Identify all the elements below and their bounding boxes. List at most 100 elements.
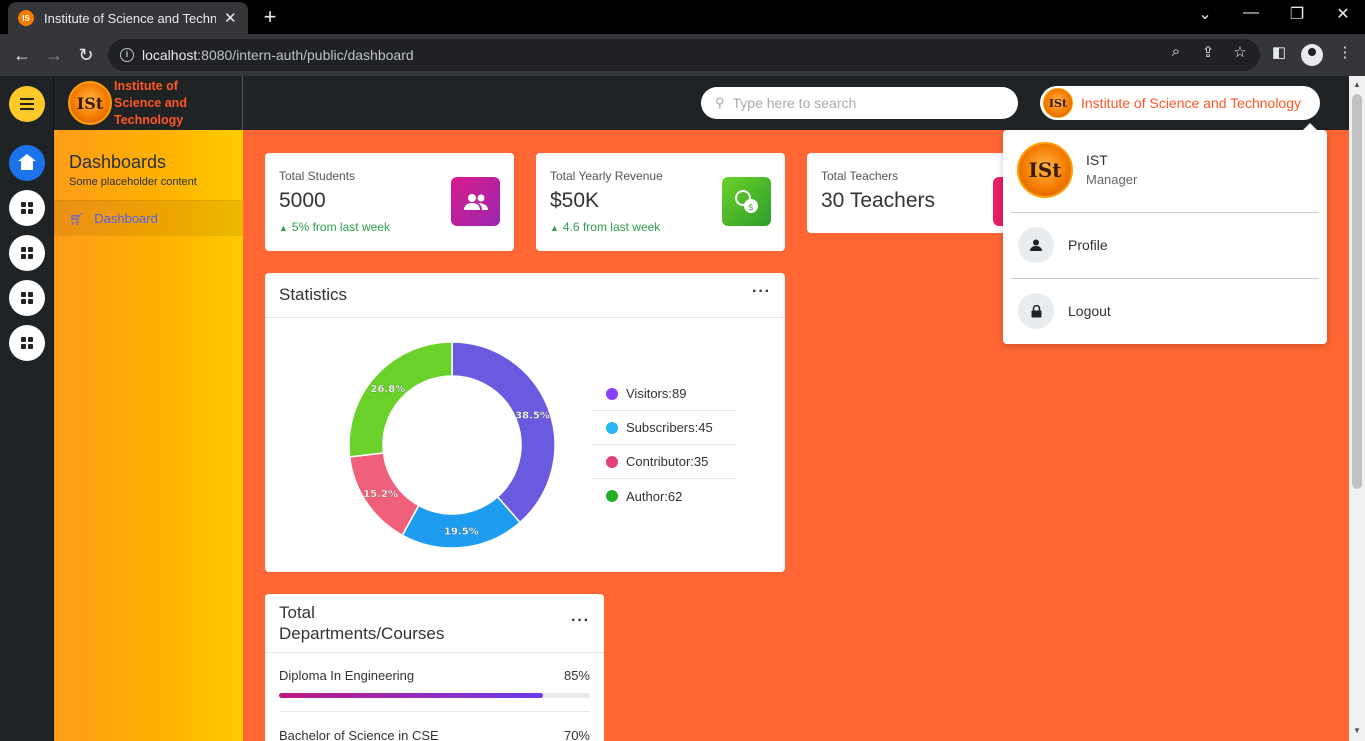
chart-legend: Visitors:89 Subscribers:45 Contributor:3… — [592, 377, 735, 513]
page-viewport: ISt Institute of Science and Technology … — [0, 76, 1349, 741]
close-window-icon[interactable]: ✕ — [1323, 4, 1363, 24]
rail-app-button-4[interactable] — [9, 325, 45, 361]
legend-marker — [606, 490, 618, 502]
profile-menu-item[interactable]: Profile — [1018, 227, 1312, 263]
legend-marker — [606, 455, 618, 468]
brand-name: Institute of Science and Technology — [114, 78, 187, 127]
browser-tab[interactable]: IS Institute of Science and Technology ✕ — [8, 2, 248, 34]
menu-item-label: Logout — [1068, 303, 1111, 319]
address-bar[interactable]: i localhost:8080/intern-auth/public/dash… — [108, 39, 1260, 71]
row-divider — [279, 711, 590, 712]
donut-slice-visitors[interactable] — [451, 341, 556, 524]
course-progress — [279, 693, 590, 698]
rail-app-button-3[interactable] — [9, 280, 45, 316]
bookmark-star-icon[interactable]: ☆ — [1230, 43, 1250, 61]
stat-label: Total Students — [279, 169, 356, 183]
tab-search-chevron-icon[interactable]: ⌄ — [1185, 4, 1225, 24]
donut-slice-label: 26.8% — [370, 384, 405, 395]
sidebar-title: Dashboards — [69, 152, 167, 172]
legend-marker — [606, 421, 618, 434]
users-icon — [451, 177, 500, 226]
legend-item[interactable]: Subscribers:45 — [592, 411, 735, 445]
statistics-panel: Statistics ··· 38.5% 19.5% 15.2% 26.8% Visi… — [265, 273, 785, 572]
sidebar: Dashboards Some placeholder content 🛒︎ D… — [54, 130, 243, 741]
page-scrollbar[interactable]: ▲ ▼ — [1349, 76, 1365, 741]
departments-panel: Total Departments/Courses ··· Diploma In… — [265, 594, 604, 741]
user-name: Institute of Science and Technology — [1081, 95, 1302, 111]
share-icon[interactable]: ⇪ — [1198, 43, 1218, 61]
browser-tab-strip: IS Institute of Science and Technology ✕… — [0, 0, 1365, 34]
scroll-up-icon[interactable]: ▲ — [1353, 80, 1361, 89]
logout-menu-item[interactable]: Logout — [1018, 293, 1312, 329]
course-percent: 85% — [563, 668, 590, 683]
tab-title: Institute of Science and Technology — [44, 10, 216, 26]
legend-item[interactable]: Contributor:35 — [592, 445, 735, 479]
browser-menu-icon[interactable]: ⋮ — [1335, 43, 1355, 61]
legend-item[interactable]: Visitors:89 — [592, 377, 735, 411]
stat-trend: ▲ 5% from last week — [279, 220, 390, 234]
legend-marker — [606, 387, 618, 400]
stat-value: 30 Teachers — [821, 189, 936, 212]
grid-icon — [21, 202, 33, 214]
sidebar-item-dashboard[interactable]: 🛒︎ Dashboard — [54, 200, 243, 236]
money-icon: $ — [722, 177, 771, 226]
more-options-icon[interactable]: ··· — [571, 612, 590, 630]
search-box: ⚲ — [701, 87, 1018, 119]
stat-label: Total Teachers — [821, 169, 899, 183]
legend-item[interactable]: Author:62 — [592, 479, 735, 513]
zoom-icon[interactable]: ⌕ — [1166, 43, 1186, 60]
site-info-icon[interactable]: i — [120, 48, 134, 62]
stat-value: 5000 — [279, 189, 326, 212]
panel-divider — [265, 652, 604, 653]
donut-slice-author[interactable] — [348, 341, 453, 458]
donut-slice-label: 19.5% — [444, 526, 479, 537]
rail-home-button[interactable] — [9, 145, 45, 181]
course-progress-fill — [279, 693, 544, 698]
stat-trend: ▲ 4.6 from last week — [550, 220, 661, 234]
restore-icon[interactable]: ❐ — [1277, 4, 1317, 24]
minimize-icon[interactable]: — — [1231, 4, 1271, 22]
menu-item-label: Profile — [1068, 237, 1108, 253]
new-tab-icon[interactable]: + — [258, 5, 282, 29]
side-panel-icon[interactable]: ◧ — [1269, 43, 1289, 61]
site-favicon-icon: IS — [18, 10, 34, 26]
donut-slice-label: 15.2% — [363, 489, 398, 500]
close-tab-icon[interactable]: ✕ — [224, 9, 237, 27]
rail-app-button-1[interactable] — [9, 190, 45, 226]
search-input[interactable] — [732, 95, 993, 111]
forward-icon[interactable]: → — [42, 44, 66, 66]
trend-up-icon: ▲ — [550, 223, 559, 233]
back-icon[interactable]: ← — [10, 44, 34, 66]
panel-title: Statistics — [279, 285, 348, 304]
rail-app-button-2[interactable] — [9, 235, 45, 271]
menu-divider — [1011, 278, 1319, 279]
user-dropdown-menu: ISt IST Manager Profile Logout — [1003, 123, 1327, 344]
sidebar-item-label: Dashboard — [94, 211, 158, 226]
lock-icon — [1018, 293, 1054, 329]
scrollbar-thumb[interactable] — [1352, 94, 1362, 489]
scroll-down-icon[interactable]: ▼ — [1353, 726, 1361, 735]
more-options-icon[interactable]: ··· — [752, 283, 771, 301]
sidebar-subtitle: Some placeholder content — [69, 176, 197, 188]
brand[interactable]: ISt Institute of Science and Technology — [54, 76, 243, 130]
browser-profile-icon[interactable] — [1301, 44, 1323, 66]
grid-icon — [21, 337, 33, 349]
trend-up-icon: ▲ — [279, 223, 288, 233]
menu-divider — [1011, 212, 1319, 213]
donut-slice-subscribers[interactable] — [401, 495, 522, 549]
course-percent: 70% — [563, 728, 590, 741]
donut-chart: 38.5% 19.5% 15.2% 26.8% — [348, 341, 556, 549]
top-header: ISt Institute of Science and Technology … — [54, 76, 1349, 130]
donut-slice-label: 38.5% — [515, 411, 550, 422]
reload-icon[interactable]: ↻ — [74, 44, 98, 66]
profile-name: IST — [1086, 152, 1108, 168]
home-icon — [18, 153, 36, 170]
search-icon: ⚲ — [715, 95, 725, 110]
stat-card-revenue: Total Yearly Revenue $50K ▲ 4.6 from last… — [536, 153, 785, 251]
menu-toggle-button[interactable] — [9, 86, 45, 122]
profile-avatar: ISt — [1017, 142, 1073, 198]
url-text: localhost:8080/intern-auth/public/dashbo… — [142, 47, 414, 63]
panel-title: Total Departments/Courses — [279, 603, 445, 643]
user-avatar: ISt — [1043, 88, 1073, 118]
user-menu-button[interactable]: ISt Institute of Science and Technology — [1040, 86, 1320, 120]
